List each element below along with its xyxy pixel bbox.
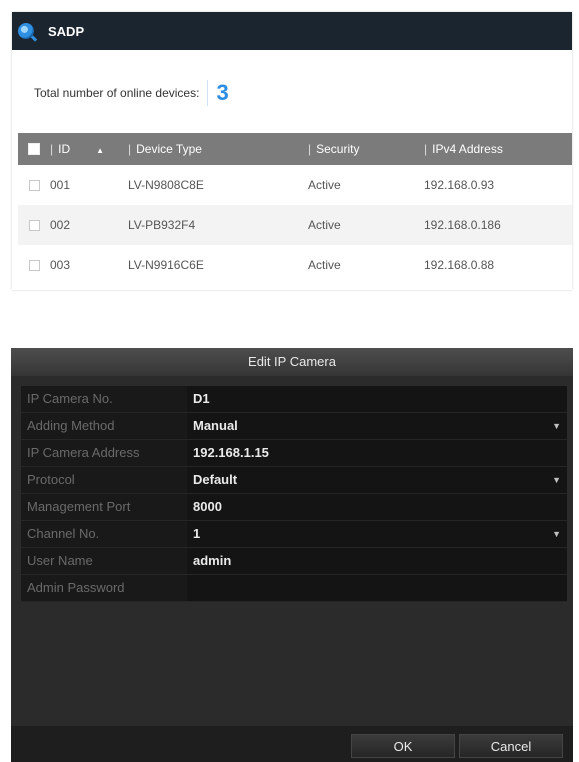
- column-header-device-type[interactable]: | Device Type: [128, 142, 308, 156]
- chevron-down-icon[interactable]: ▼: [552, 413, 561, 439]
- channel-no-label: Channel No.: [21, 521, 187, 547]
- management-port-value: 8000: [193, 499, 222, 514]
- cell-device-type: LV-PB932F4: [128, 218, 196, 232]
- sadp-window: SADP Total number of online devices: 3 |…: [12, 12, 572, 290]
- adding-method-select[interactable]: Manual ▼: [187, 413, 567, 439]
- user-name-input[interactable]: admin: [187, 548, 567, 574]
- cell-id: 002: [50, 218, 71, 232]
- row-checkbox[interactable]: [28, 259, 40, 271]
- camera-address-input[interactable]: 192.168.1.15: [187, 440, 567, 466]
- cell-id: 003: [50, 258, 71, 272]
- channel-no-value: 1: [193, 526, 201, 541]
- channel-no-select[interactable]: 1 ▼: [187, 521, 567, 547]
- form-row-adding-method: Adding Method Manual ▼: [21, 413, 567, 440]
- edit-ip-camera-dialog: Edit IP Camera IP Camera No. D1 Adding M…: [11, 348, 573, 762]
- table-row[interactable]: 001 LV-N9808C8E Active 192.168.0.93: [18, 165, 572, 205]
- column-header-ipv4[interactable]: | IPv4 Address: [424, 142, 564, 156]
- sadp-logo-icon: [18, 23, 34, 39]
- device-table-header: | ID ▲ | Device Type | Security | IPv4 Addres…: [18, 133, 572, 165]
- cell-device-type: LV-N9916C6E: [128, 258, 204, 272]
- table-row[interactable]: 002 LV-PB932F4 Active 192.168.0.186: [18, 205, 572, 245]
- camera-no-value: D1: [193, 391, 210, 406]
- management-port-input[interactable]: 8000: [187, 494, 567, 520]
- cell-id: 001: [50, 178, 71, 192]
- online-devices-label: Total number of online devices:: [34, 86, 200, 100]
- cell-device-type: LV-N9808C8E: [128, 178, 204, 192]
- dialog-button-bar: OK Cancel: [11, 726, 573, 762]
- form-row-admin-password: Admin Password: [21, 575, 567, 602]
- row-checkbox[interactable]: [28, 179, 40, 191]
- cell-ipv4: 192.168.0.186: [424, 218, 501, 232]
- camera-address-value: 192.168.1.15: [193, 445, 269, 460]
- form-row-camera-no: IP Camera No. D1: [21, 386, 567, 413]
- camera-no-field[interactable]: D1: [187, 386, 567, 412]
- sadp-title: SADP: [48, 23, 85, 39]
- table-row[interactable]: 003 LV-N9916C6E Active 192.168.0.88: [18, 245, 572, 285]
- cancel-button[interactable]: Cancel: [459, 734, 563, 758]
- protocol-value: Default: [193, 472, 238, 487]
- camera-form: IP Camera No. D1 Adding Method Manual ▼ …: [21, 386, 567, 602]
- user-name-label: User Name: [21, 548, 187, 574]
- sort-ascending-icon[interactable]: ▲: [96, 146, 104, 155]
- ok-button[interactable]: OK: [351, 734, 455, 758]
- user-name-value: admin: [193, 553, 232, 568]
- form-row-user-name: User Name admin: [21, 548, 567, 575]
- column-security-label: Security: [316, 142, 360, 156]
- chevron-down-icon[interactable]: ▼: [552, 521, 561, 547]
- cell-security: Active: [308, 178, 341, 192]
- admin-password-input[interactable]: [187, 575, 567, 601]
- cell-security: Active: [308, 218, 341, 232]
- cell-ipv4: 192.168.0.93: [424, 178, 495, 192]
- column-header-security[interactable]: | Security: [308, 142, 424, 156]
- cell-security: Active: [308, 258, 341, 272]
- device-table: | ID ▲ | Device Type | Security | IPv4 Addres…: [18, 133, 572, 285]
- protocol-label: Protocol: [21, 467, 187, 493]
- management-port-label: Management Port: [21, 494, 187, 520]
- form-row-protocol: Protocol Default ▼: [21, 467, 567, 494]
- form-row-camera-address: IP Camera Address 192.168.1.15: [21, 440, 567, 467]
- dialog-title: Edit IP Camera: [11, 348, 573, 376]
- adding-method-label: Adding Method: [21, 413, 187, 439]
- online-devices-count: 3: [207, 80, 229, 106]
- row-checkbox[interactable]: [28, 219, 40, 231]
- column-device-type-label: Device Type: [136, 142, 202, 156]
- adding-method-value: Manual: [193, 418, 238, 433]
- form-row-management-port: Management Port 8000: [21, 494, 567, 521]
- chevron-down-icon[interactable]: ▼: [552, 467, 561, 493]
- column-header-id[interactable]: | ID ▲: [50, 142, 128, 156]
- column-id-label: ID: [58, 142, 71, 156]
- camera-address-label: IP Camera Address: [21, 440, 187, 466]
- online-devices-summary: Total number of online devices: 3: [34, 80, 229, 106]
- form-row-channel-no: Channel No. 1 ▼: [21, 521, 567, 548]
- sadp-titlebar: SADP: [12, 12, 572, 50]
- column-ipv4-label: IPv4 Address: [432, 142, 503, 156]
- camera-no-label: IP Camera No.: [21, 386, 187, 412]
- protocol-select[interactable]: Default ▼: [187, 467, 567, 493]
- cell-ipv4: 192.168.0.88: [424, 258, 495, 272]
- select-all-checkbox[interactable]: [28, 143, 40, 155]
- admin-password-label: Admin Password: [21, 575, 187, 601]
